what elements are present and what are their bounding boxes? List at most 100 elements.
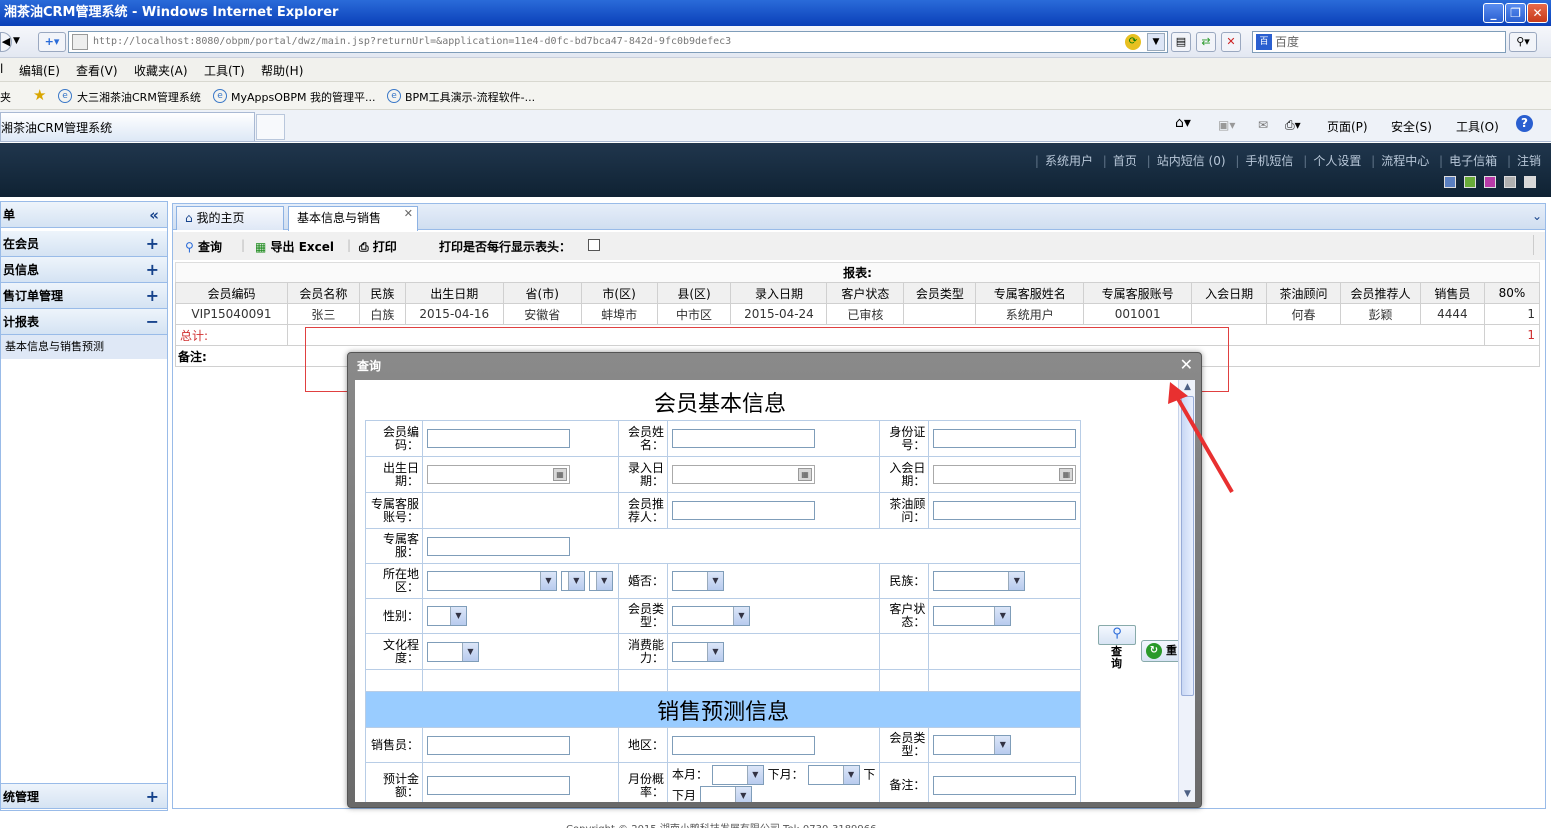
compat-view-icon[interactable]: ⟳: [1125, 34, 1141, 50]
dialog-close-button[interactable]: ✕: [1180, 355, 1193, 374]
rss-icon[interactable]: ▣▾: [1218, 118, 1235, 132]
est-amount-input[interactable]: [427, 776, 570, 795]
member-type2-select[interactable]: ▼: [933, 735, 1012, 755]
member-code-input[interactable]: [427, 429, 570, 448]
home-icon[interactable]: ⌂▾: [1175, 115, 1191, 131]
search-button-icon[interactable]: ⚲▾: [1509, 32, 1537, 52]
ethnic-select[interactable]: ▼: [933, 571, 1026, 591]
remark-input[interactable]: [933, 776, 1077, 795]
add-tab-icon[interactable]: +▾: [38, 32, 66, 52]
menu-item-help[interactable]: 帮助(H): [261, 62, 303, 79]
next-next-month-select[interactable]: ▼: [699, 786, 752, 802]
help-icon[interactable]: ?: [1516, 115, 1533, 132]
next-month-select[interactable]: ▼: [807, 765, 860, 785]
theme-swatch-green[interactable]: [1464, 176, 1476, 188]
cs-input[interactable]: [427, 536, 570, 556]
history-dropdown-icon[interactable]: ▼: [13, 36, 20, 46]
entry-date-input[interactable]: ▦: [672, 465, 815, 484]
tab-list-chevron-icon[interactable]: ⌄: [1532, 209, 1542, 223]
calendar-icon[interactable]: ▦: [1059, 468, 1074, 481]
area-input[interactable]: [672, 735, 815, 755]
topnav-home[interactable]: 首页: [1113, 154, 1137, 168]
compat-icon[interactable]: ▤: [1171, 32, 1191, 52]
safety-menu[interactable]: 安全(S): [1391, 118, 1432, 135]
favorite-link-crm[interactable]: 大三湘茶油CRM管理系统: [77, 89, 201, 105]
topnav-settings[interactable]: 个人设置: [1313, 154, 1361, 168]
close-window-button[interactable]: ✕: [1527, 3, 1548, 23]
minimize-button[interactable]: _: [1483, 3, 1504, 23]
favorites-bar: 夹 ★ e 大三湘茶油CRM管理系统 e MyAppsOBPM 我的管理平...…: [0, 82, 1551, 110]
this-month-select[interactable]: ▼: [711, 765, 764, 785]
mail-icon[interactable]: ✉: [1258, 118, 1268, 132]
search-input[interactable]: 百 百度: [1252, 31, 1506, 53]
sidebar-subitem-basic-sales[interactable]: 基本信息与销售预测: [1, 335, 167, 359]
export-excel-button[interactable]: ▦ 导出 Excel: [255, 238, 334, 255]
oil-advisor-input[interactable]: [933, 501, 1077, 520]
tab-home[interactable]: ⌂ 我的主页: [176, 206, 284, 230]
refresh-icon[interactable]: ⇄: [1196, 32, 1216, 52]
favorite-link-myapps[interactable]: MyAppsOBPM 我的管理平...: [231, 89, 376, 105]
topnav-sms[interactable]: 手机短信: [1245, 154, 1293, 168]
new-tab-button[interactable]: [256, 114, 285, 140]
dialog-query-button[interactable]: ⚲: [1098, 625, 1136, 645]
member-name-input[interactable]: [672, 429, 815, 448]
stop-icon[interactable]: ✕: [1221, 32, 1241, 52]
restore-button[interactable]: ❐: [1505, 3, 1526, 23]
print-icon[interactable]: ⎙▾: [1285, 118, 1301, 133]
county-select[interactable]: ▼: [588, 571, 613, 591]
sidebar-item-system[interactable]: 统管理 +: [1, 783, 167, 809]
menu-item-favorites[interactable]: 收藏夹(A): [134, 62, 188, 79]
education-select[interactable]: ▼: [427, 641, 479, 662]
gender-select[interactable]: ▼: [427, 606, 467, 626]
tab-close-icon[interactable]: ✕: [404, 203, 413, 225]
print-button[interactable]: ⎙ 打印: [359, 238, 397, 255]
menu-item-file[interactable]: l: [0, 62, 3, 76]
sidebar-item-orders[interactable]: 售订单管理 +: [1, 283, 167, 309]
table-row[interactable]: VIP15040091 张三 白族 2015-04-16 安徽省 蚌埠市 中市区…: [175, 303, 1541, 325]
consume-select[interactable]: ▼: [672, 641, 724, 662]
referrer-input[interactable]: [672, 501, 815, 520]
cust-status-select[interactable]: ▼: [933, 606, 1012, 626]
join-date-input[interactable]: ▦: [933, 465, 1077, 484]
city-select[interactable]: ▼: [560, 571, 585, 591]
topnav-user[interactable]: 系统用户: [1045, 154, 1093, 168]
menu-item-tools[interactable]: 工具(T): [204, 62, 245, 79]
back-icon[interactable]: ◀: [0, 32, 12, 52]
page-menu[interactable]: 页面(P): [1327, 118, 1368, 135]
calendar-icon[interactable]: ▦: [798, 468, 812, 481]
tab-basic-sales[interactable]: 基本信息与销售 ✕: [288, 206, 418, 231]
browser-tab-active[interactable]: 湘茶油CRM管理系统: [0, 112, 255, 141]
theme-swatch-blue[interactable]: [1444, 176, 1456, 188]
menu-item-edit[interactable]: 编辑(E): [19, 62, 60, 79]
sidebar-item-member-info[interactable]: 员信息 +: [1, 257, 167, 283]
print-header-checkbox[interactable]: [588, 239, 600, 251]
window-titlebar: 湘茶油CRM管理系统 - Windows Internet Explorer _…: [0, 0, 1551, 26]
topnav-workflow[interactable]: 流程中心: [1381, 154, 1429, 168]
scroll-down-icon[interactable]: ▼: [1180, 787, 1195, 802]
sidebar-item-online-members[interactable]: 在会员 +: [1, 231, 167, 257]
tools-menu[interactable]: 工具(O): [1456, 118, 1499, 135]
address-input[interactable]: http://localhost:8080/obpm/portal/dwz/ma…: [68, 31, 1168, 53]
theme-swatch-silver[interactable]: [1524, 176, 1536, 188]
married-select[interactable]: ▼: [672, 571, 724, 591]
theme-swatch-gray[interactable]: [1504, 176, 1516, 188]
province-select[interactable]: ▼: [427, 571, 557, 591]
address-dropdown-icon[interactable]: ▼: [1147, 33, 1165, 51]
topnav-email[interactable]: 电子信箱: [1449, 154, 1497, 168]
sidebar-item-reports[interactable]: 计报表 −: [1, 309, 167, 335]
topnav-logout[interactable]: 注销: [1517, 154, 1541, 168]
birth-date-input[interactable]: ▦: [427, 465, 570, 484]
menu-item-view[interactable]: 查看(V): [76, 62, 118, 79]
topnav-messages[interactable]: 站内短信 (0): [1157, 154, 1226, 168]
collapse-sidebar-icon[interactable]: «: [149, 202, 159, 228]
dialog-body: 会员基本信息 会员编码： 会员姓名： 身份证号： 出生日期： ▦ 录入日期： ▦…: [355, 380, 1195, 802]
query-button[interactable]: ⚲ 查询: [185, 238, 222, 255]
id-card-input[interactable]: [933, 429, 1077, 448]
calendar-icon[interactable]: ▦: [553, 468, 567, 481]
favorite-link-bpm[interactable]: BPM工具演示-流程软件-...: [405, 89, 535, 105]
member-type-select[interactable]: ▼: [672, 606, 750, 626]
favorites-label[interactable]: 夹: [0, 89, 11, 105]
favorites-star-icon[interactable]: ★: [33, 86, 46, 104]
seller-input[interactable]: [427, 735, 570, 755]
theme-swatch-purple[interactable]: [1484, 176, 1496, 188]
